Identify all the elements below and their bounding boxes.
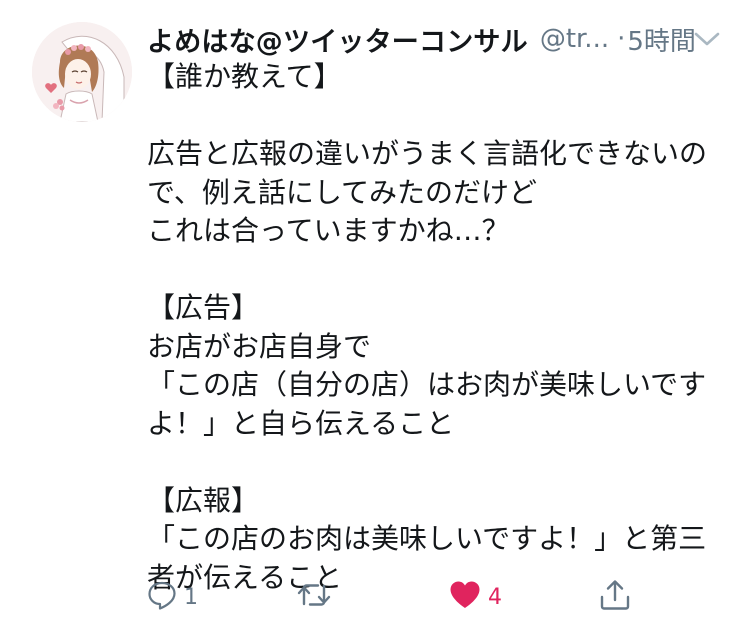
- tweet-header: よめはな@ツイッターコンサル @tr... · 5時間: [147, 17, 727, 61]
- tweet-text-line: [147, 97, 737, 136]
- share-button[interactable]: [598, 572, 638, 622]
- like-button[interactable]: 4: [448, 572, 502, 622]
- like-count: 4: [488, 584, 502, 610]
- display-name[interactable]: よめはな@ツイッターコンサル: [147, 20, 528, 59]
- tweet-text-line: 【広告】: [147, 291, 260, 324]
- avatar[interactable]: [32, 22, 132, 122]
- tweet-text-line: 【広報】: [147, 483, 260, 517]
- timestamp[interactable]: 5時間: [627, 21, 696, 58]
- reply-button[interactable]: 1: [146, 572, 198, 622]
- tweet-text-line: 「この店（自分の店）はお肉が美味しいです: [147, 368, 707, 401]
- user-handle[interactable]: @tr...: [540, 24, 609, 54]
- retweet-icon: [296, 579, 332, 615]
- action-bar: 1 4: [0, 572, 750, 622]
- reply-count: 1: [184, 584, 198, 610]
- tweet-text-line: よ！」と自ら伝えること: [147, 406, 455, 440]
- tweet-text-line: [147, 251, 737, 290]
- tweet-text-line: 「この店のお肉は美味しいですよ！」と第三: [147, 522, 707, 555]
- tweet-text-line: [147, 443, 737, 482]
- tweet-text-line: これは合っていますかね…？: [147, 214, 510, 247]
- tweet-text-line: 【誰か教えて】: [147, 60, 342, 93]
- tweet-text: 【誰か教えて】 広告と広報の違いがうまく言語化できないの で、例え話にしてみたの…: [147, 58, 737, 597]
- reply-icon: [146, 579, 178, 615]
- tweet: よめはな@ツイッターコンサル @tr... · 5時間 【誰か教えて】 広告と広…: [0, 0, 750, 640]
- tweet-text-line: 広告と広報の違いがうまく言語化できないの: [147, 137, 708, 170]
- chevron-down-icon[interactable]: [690, 27, 724, 51]
- share-icon: [598, 578, 632, 616]
- tweet-text-line: で、例え話にしてみたのだけど: [147, 175, 538, 209]
- separator-dot: ·: [617, 24, 626, 54]
- retweet-button[interactable]: [296, 572, 338, 622]
- heart-icon: [448, 579, 482, 615]
- tweet-text-line: お店がお店自身で: [147, 329, 372, 363]
